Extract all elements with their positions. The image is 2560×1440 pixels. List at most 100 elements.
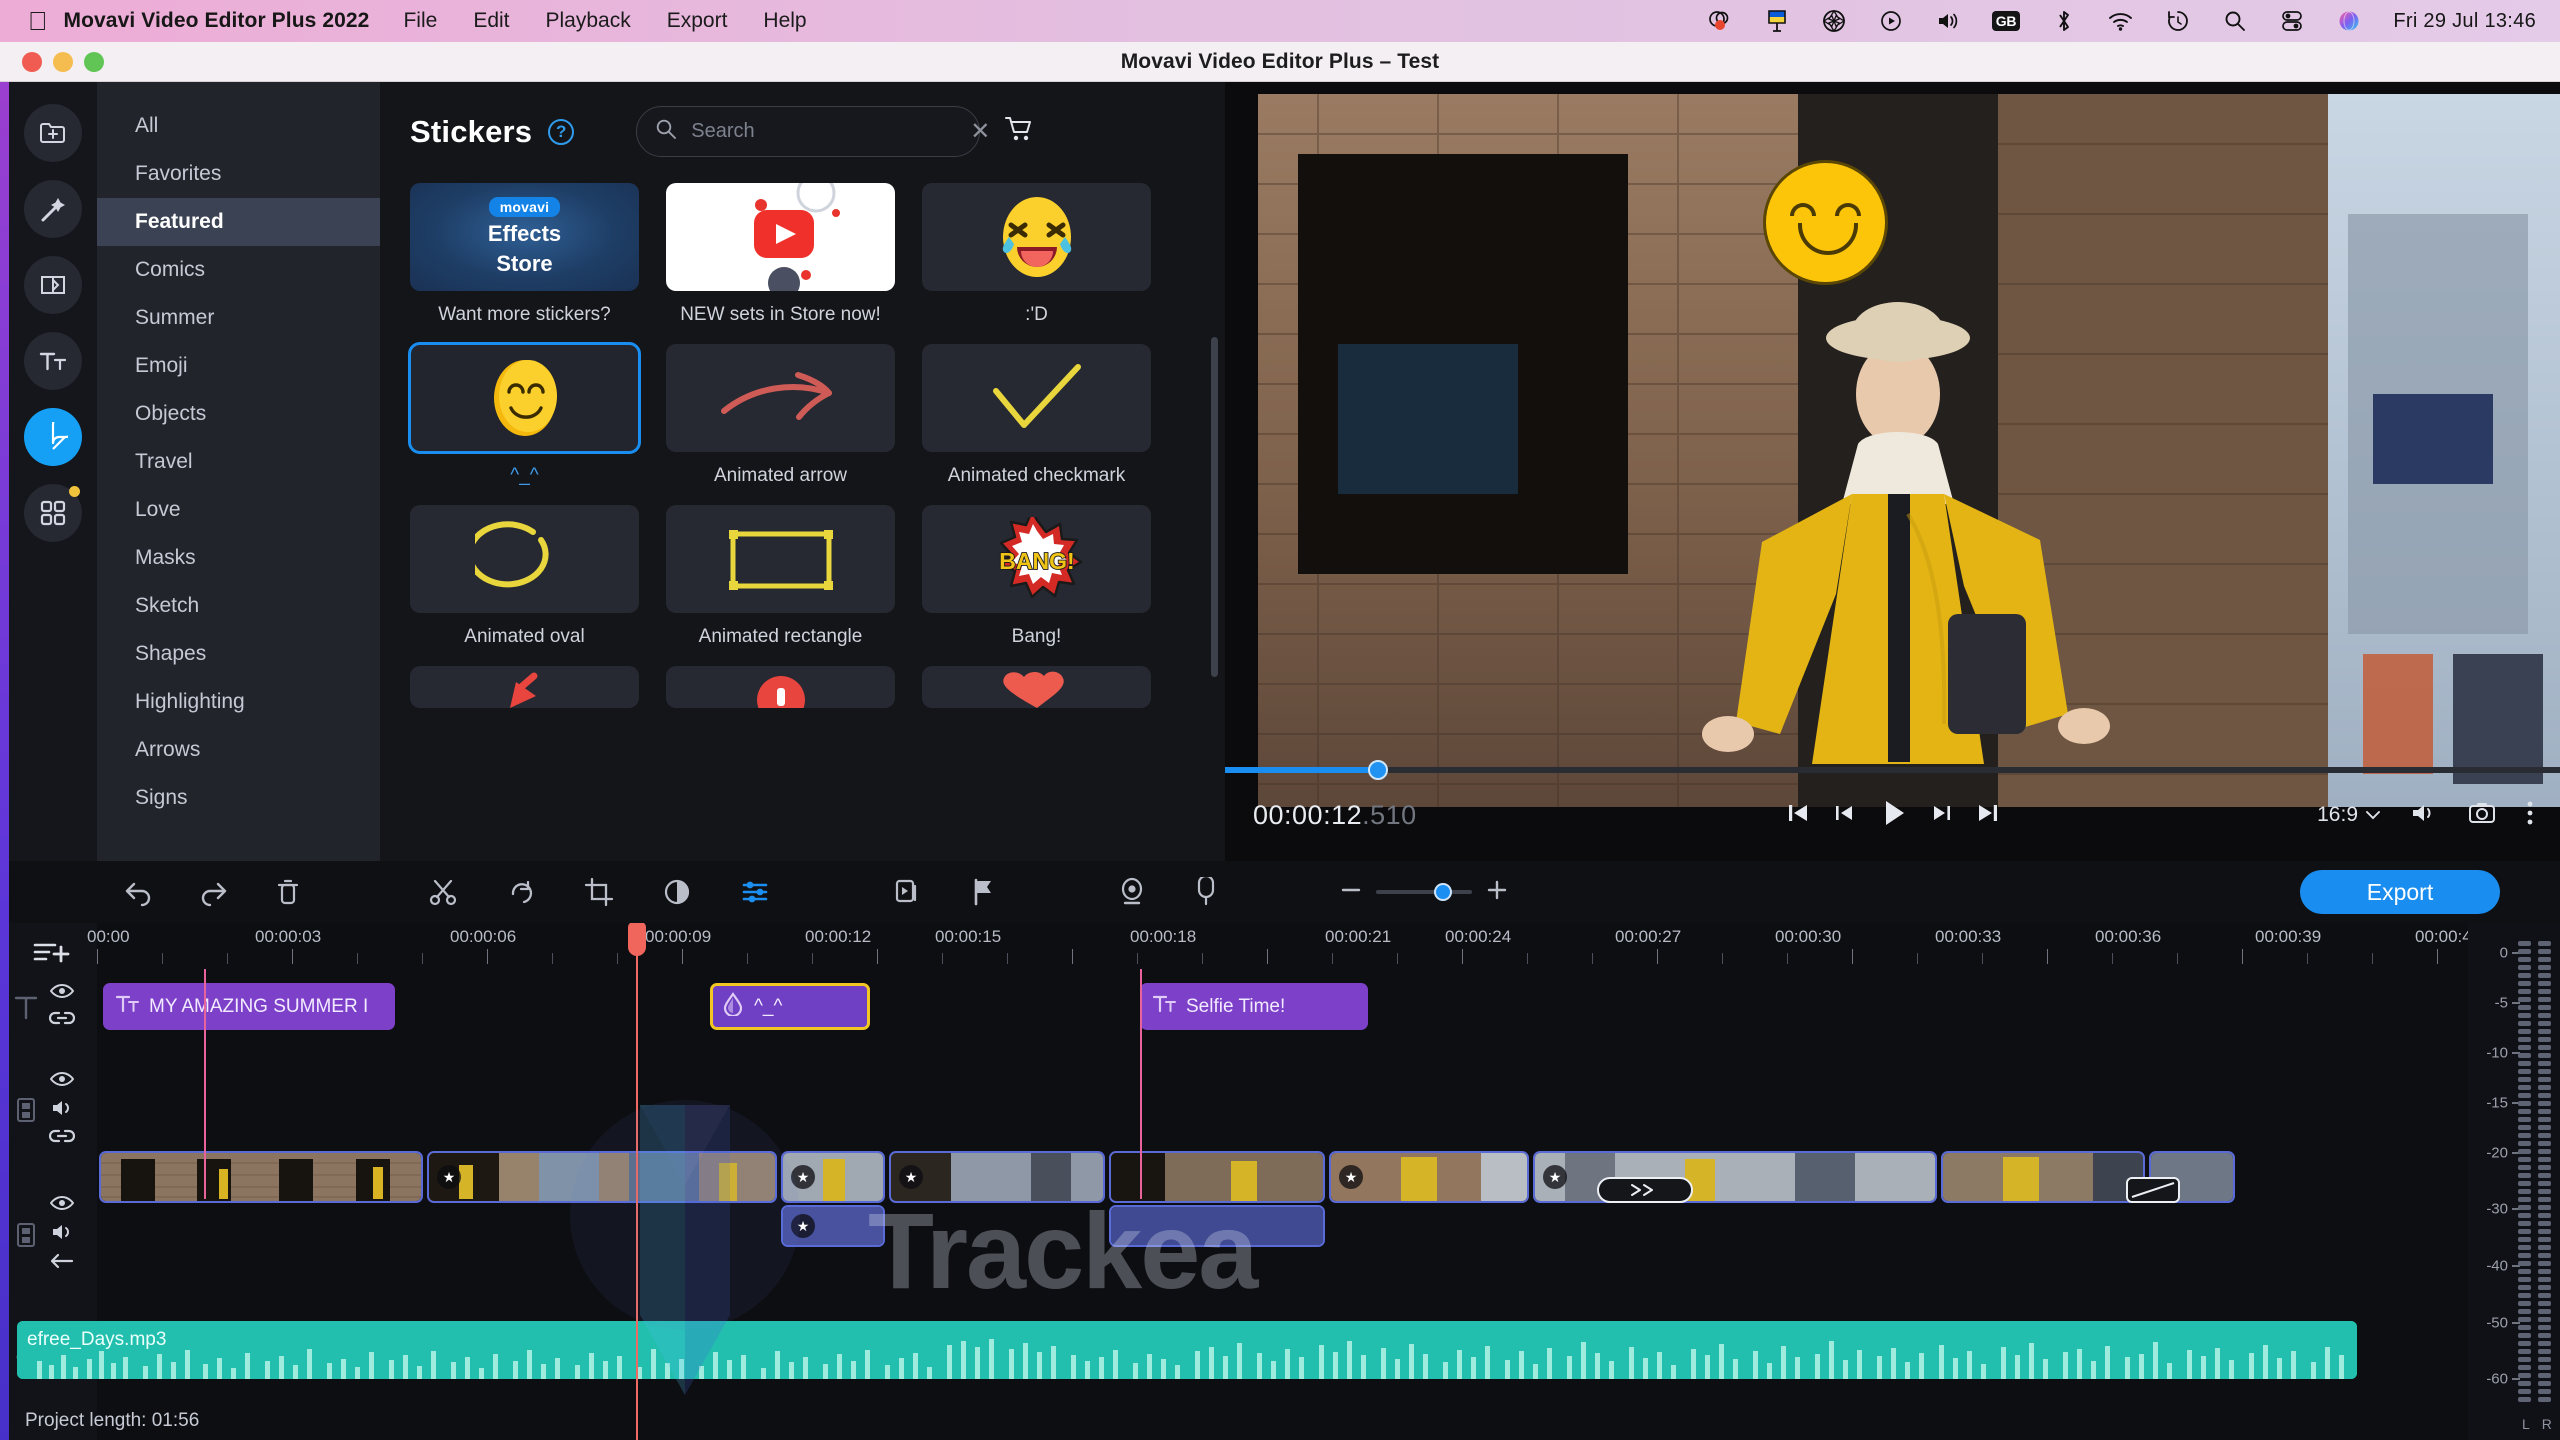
aperture-icon[interactable] — [1821, 8, 1847, 34]
sticker-thumb-red-arrow[interactable] — [410, 666, 639, 708]
sticker-thumb-animated-rectangle[interactable] — [666, 505, 895, 613]
timeline-zoom-control[interactable] — [1340, 879, 1508, 906]
more-options-icon[interactable] — [2526, 800, 2534, 831]
spotlight-search-icon[interactable] — [2222, 8, 2248, 34]
sticker-cell[interactable]: Animated arrow — [666, 344, 895, 487]
crop-button[interactable] — [584, 877, 614, 907]
arrow-left-icon[interactable] — [49, 1253, 75, 1274]
pan-zoom-button[interactable] — [892, 877, 922, 907]
timeline-overlay-clip[interactable] — [1109, 1205, 1325, 1247]
sticker-cell[interactable]: Animated rectangle — [666, 505, 895, 648]
speaker-icon[interactable] — [50, 1099, 74, 1122]
category-featured[interactable]: Featured — [97, 198, 380, 246]
zoom-slider-handle[interactable] — [1434, 883, 1452, 901]
redo-button[interactable] — [198, 877, 230, 907]
delete-button[interactable] — [274, 877, 302, 907]
seek-bar[interactable] — [1225, 760, 2560, 780]
transition-chip[interactable] — [2126, 1177, 2180, 1203]
volume-icon[interactable] — [1935, 8, 1961, 34]
category-all[interactable]: All — [97, 102, 380, 150]
timeline-video-clip[interactable] — [99, 1151, 423, 1203]
timeline-clip-sticker-selected[interactable]: ^_^ — [710, 983, 870, 1030]
sticker-cell[interactable]: :'D — [922, 183, 1151, 326]
minus-icon[interactable] — [1340, 879, 1362, 906]
ukraine-flag-icon[interactable] — [1764, 8, 1790, 34]
volume-icon[interactable] — [2410, 801, 2438, 830]
skip-to-end-icon[interactable] — [1975, 800, 2001, 831]
menu-help[interactable]: Help — [763, 9, 806, 33]
screen-recording-icon[interactable] — [1707, 8, 1733, 34]
sticker-cell[interactable]: ^_^ — [408, 342, 641, 487]
timeline-video-clip[interactable] — [1941, 1151, 2145, 1203]
sticker-cell[interactable]: Animated checkmark — [922, 344, 1151, 487]
timeline-ruler[interactable]: 00:00 00:00:03 00:00:06 00:00:09 00:00:1… — [87, 923, 2503, 969]
record-webcam-button[interactable] — [1118, 877, 1146, 907]
close-x-icon[interactable]: ✕ — [970, 119, 990, 144]
category-objects[interactable]: Objects — [97, 390, 380, 438]
timeline-overlay-clip[interactable]: ★ — [781, 1205, 885, 1247]
previous-frame-icon[interactable] — [1831, 800, 1857, 831]
seek-handle[interactable] — [1368, 760, 1388, 780]
control-center-icon[interactable] — [2279, 8, 2305, 34]
category-arrows[interactable]: Arrows — [97, 726, 380, 774]
next-frame-icon[interactable] — [1929, 800, 1955, 831]
sticker-thumb-animated-arrow[interactable] — [666, 344, 895, 452]
zoom-slider[interactable] — [1376, 883, 1472, 901]
sticker-thumb-effects-store[interactable]: movavi Effects Store — [410, 183, 639, 291]
category-shapes[interactable]: Shapes — [97, 630, 380, 678]
speaker-icon[interactable] — [50, 1223, 74, 1246]
category-sketch[interactable]: Sketch — [97, 582, 380, 630]
menubar-app-name[interactable]: Movavi Video Editor Plus 2022 — [64, 9, 370, 33]
timeline-clip-title-1[interactable]: MY AMAZING SUMMER I — [103, 983, 395, 1030]
eye-icon[interactable] — [49, 1071, 75, 1092]
timeline-video-clip[interactable]: ★ — [427, 1151, 777, 1203]
link-icon[interactable] — [48, 1129, 76, 1148]
sticker-cell[interactable]: movavi Effects Store Want more stickers? — [410, 183, 639, 326]
plus-icon[interactable] — [1486, 879, 1508, 906]
apple-logo-icon[interactable]:  — [28, 8, 48, 34]
keyboard-input-gb-icon[interactable]: GB — [1991, 10, 2021, 32]
menu-edit[interactable]: Edit — [473, 9, 509, 33]
record-audio-button[interactable] — [1194, 877, 1218, 907]
category-favorites[interactable]: Favorites — [97, 150, 380, 198]
export-button[interactable]: Export — [2300, 870, 2500, 914]
sticker-thumb-red-heart[interactable] — [922, 666, 1151, 708]
snapshot-camera-icon[interactable] — [2468, 801, 2496, 830]
link-icon[interactable] — [48, 1011, 76, 1030]
menu-file[interactable]: File — [403, 9, 437, 33]
playback-circle-icon[interactable] — [1878, 8, 1904, 34]
sticker-cell[interactable]: Animated oval — [410, 505, 639, 648]
sticker-thumb-smile-selected[interactable] — [408, 342, 641, 454]
play-icon[interactable] — [1877, 797, 1909, 834]
category-comics[interactable]: Comics — [97, 246, 380, 294]
bluetooth-icon[interactable] — [2051, 8, 2077, 34]
category-emoji[interactable]: Emoji — [97, 342, 380, 390]
sticker-thumb-animated-oval[interactable] — [410, 505, 639, 613]
menu-export[interactable]: Export — [667, 9, 728, 33]
aspect-ratio-dropdown[interactable]: 16:9 — [2317, 803, 2380, 827]
timeline-video-clip[interactable]: ★ — [1329, 1151, 1529, 1203]
rail-item-import-media[interactable] — [24, 104, 82, 162]
category-love[interactable]: Love — [97, 486, 380, 534]
question-mark-icon[interactable]: ? — [548, 118, 575, 145]
sticker-cell[interactable]: NEW sets in Store now! — [666, 183, 895, 326]
playhead-handle[interactable] — [628, 922, 646, 956]
time-machine-icon[interactable] — [2165, 8, 2191, 34]
sticker-cell[interactable] — [666, 666, 895, 708]
timeline-audio-clip[interactable]: efree_Days.mp3 — [17, 1321, 2357, 1379]
menubar-clock[interactable]: Fri 29 Jul 13:46 — [2393, 10, 2536, 33]
siri-icon[interactable] — [2336, 8, 2362, 34]
eye-icon[interactable] — [49, 983, 75, 1004]
timeline-video-clip[interactable]: ★ — [781, 1151, 885, 1203]
properties-button[interactable] — [740, 877, 770, 907]
transition-chip[interactable] — [1597, 1177, 1693, 1203]
sticker-thumb-bang[interactable]: BANG! — [922, 505, 1151, 613]
rail-item-titles[interactable] — [24, 332, 82, 390]
category-summer[interactable]: Summer — [97, 294, 380, 342]
sticker-thumb-new-sets[interactable] — [666, 183, 895, 291]
timeline-clip-title-2[interactable]: Selfie Time! — [1140, 983, 1368, 1030]
sticker-thumb-red-circle[interactable] — [666, 666, 895, 708]
rail-item-more-tools[interactable] — [24, 484, 82, 542]
sticker-thumb-animated-checkmark[interactable] — [922, 344, 1151, 452]
rotate-button[interactable] — [506, 877, 536, 907]
